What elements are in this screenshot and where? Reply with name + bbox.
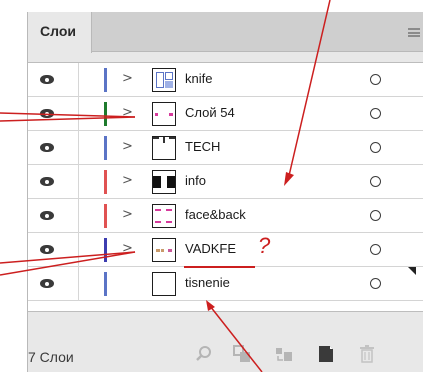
annotation-pointer-line	[0, 251, 136, 264]
annotation-pointer-line	[0, 112, 136, 118]
annotation-pointer-line	[0, 116, 136, 122]
annotation-arrowhead	[284, 172, 294, 186]
annotation-arrow-line	[209, 305, 263, 372]
annotation-question-mark: ?	[258, 233, 271, 258]
annotation-pointer-line	[0, 251, 136, 276]
annotation-arrow-line	[287, 0, 331, 181]
annotation-overlay	[0, 0, 331, 372]
annotation-arrowhead	[206, 300, 215, 311]
